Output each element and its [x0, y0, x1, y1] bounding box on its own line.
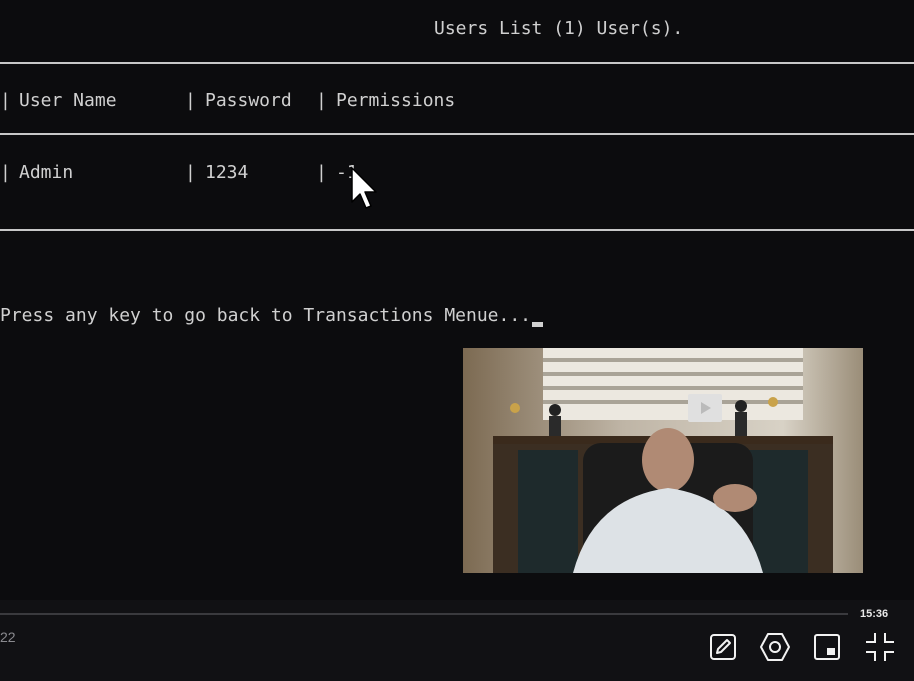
cell-user-name: Admin: [19, 162, 74, 183]
cell-password: 1234: [205, 162, 249, 183]
webcam-overlay: [463, 348, 863, 573]
settings-button[interactable]: [758, 630, 792, 664]
column-header-password: Password: [205, 90, 292, 111]
press-any-key-prompt: Press any key to go back to Transactions…: [0, 305, 532, 326]
column-separator: |: [0, 90, 11, 111]
edit-icon: [710, 634, 736, 660]
column-separator: |: [316, 162, 327, 183]
text-cursor: [532, 322, 543, 327]
picture-in-picture-button[interactable]: [810, 630, 844, 664]
mouse-pointer-icon: [351, 167, 377, 209]
users-list-title: Users List (1) User(s).: [434, 18, 684, 39]
presenter-video: [463, 348, 863, 573]
table-bottom-rule: [0, 229, 914, 231]
settings-hexagon-icon: [760, 633, 790, 661]
exit-fullscreen-button[interactable]: [863, 630, 897, 664]
column-separator: |: [185, 162, 196, 183]
exit-fullscreen-icon: [866, 633, 894, 661]
column-separator: |: [316, 90, 327, 111]
window-blinds: [543, 348, 803, 420]
column-header-user-name: User Name: [19, 90, 117, 111]
column-separator: |: [185, 90, 196, 111]
column-separator: |: [0, 162, 11, 183]
edit-button[interactable]: [706, 630, 740, 664]
column-header-permissions: Permissions: [336, 90, 456, 111]
elapsed-time-label: 22: [0, 629, 16, 645]
table-header-rule: [0, 133, 914, 135]
picture-in-picture-icon: [814, 634, 840, 660]
progress-bar[interactable]: [0, 613, 848, 615]
duration-label: 15:36: [860, 608, 889, 620]
table-top-rule: [0, 62, 914, 64]
